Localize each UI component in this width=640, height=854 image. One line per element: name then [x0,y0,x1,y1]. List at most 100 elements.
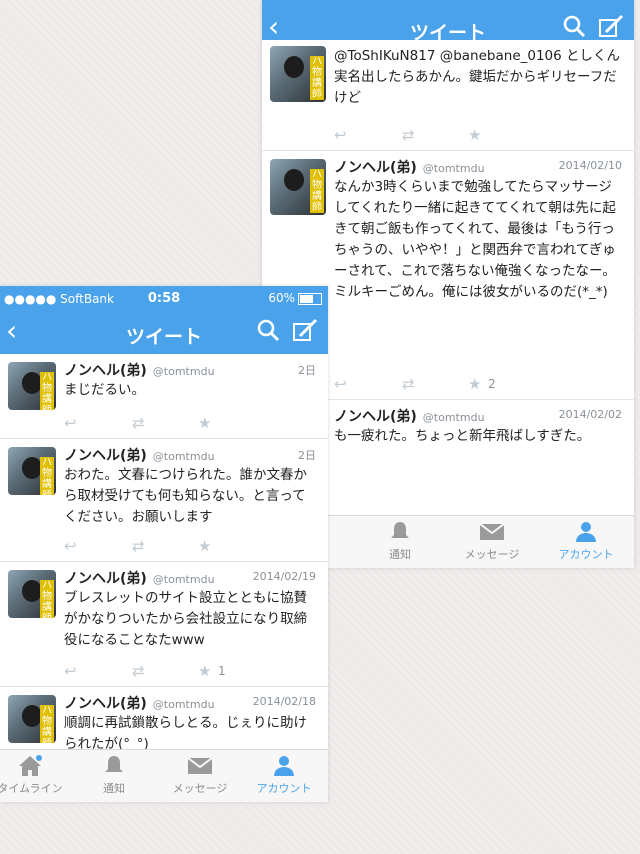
tweet-author[interactable]: ノンヘル(弟) @tomtmdu [64,445,215,465]
star-icon[interactable]: ★ [198,537,211,555]
star-icon[interactable]: ★ [468,375,481,393]
tweet-text: ブレスレットのサイト設立とともに協賛がかなりついたから会社設立になり取締役になる… [64,590,308,648]
tab-label: メッセージ [464,548,520,561]
battery-icon [298,292,322,305]
tweet-text: まじだるい。 [64,382,145,398]
retweet-icon[interactable]: ⇄ [132,414,145,432]
avatar-badge: ハ物講師 [40,457,54,495]
screenshot-bottom-left: ●●●●● SoftBank 0:58 60% ‹ ツイート ハ物講師 ノンヘル… [0,286,328,802]
person-icon [274,756,294,776]
bell-icon [391,522,409,538]
author-name: ノンヘル(弟) [64,363,147,379]
tab-bar: タイムライン 通知 メッセージ アカウント [0,749,328,802]
search-icon[interactable] [562,14,586,38]
search-icon[interactable] [256,318,280,342]
tweet[interactable]: ハ物講師 ノンヘル(弟)@tomtmdu 2014/02/18 順調に再試鎖散ら… [0,687,328,758]
tweet[interactable]: ハ物講師 @ToShIKuN817 @banebane_0106 としくん実名出… [262,40,634,151]
bell-icon [105,756,123,772]
author-handle: @tomtmdu [152,573,215,586]
tweet-author[interactable]: ノンヘル(弟) @tomtmdu [334,157,485,177]
tab-label: メッセージ [172,782,228,795]
author-name: ノンヘル(弟) [334,409,417,425]
tab-account[interactable]: アカウント [238,754,328,796]
tweet-actions: ↩ ⇄ ★ [334,126,534,144]
tab-messages[interactable]: メッセージ [446,520,538,562]
tweet[interactable]: ハ物講師 ノンヘル(弟) @tomtmdu 2014/02/19 ブレスレットのサ… [0,562,328,687]
tweet-author[interactable]: ノンヘル(弟) @tomtmdu [64,693,215,713]
envelope-icon [479,523,505,540]
author-name: ノンヘル(弟) [64,696,147,712]
reply-icon[interactable]: ↩ [64,662,77,680]
author-handle: @tomtmdu [152,365,215,378]
tab-label: アカウント [558,548,614,561]
retweet-icon[interactable]: ⇄ [132,662,145,680]
reply-icon[interactable]: ↩ [64,414,77,432]
tab-label: アカウント [256,782,312,795]
retweet-icon[interactable]: ⇄ [402,375,415,393]
tweet-author[interactable]: ノンヘル(弟) @tomtmdu [64,568,215,588]
favorite-count: 1 [218,664,226,678]
author-handle: @tomtmdu [422,162,485,175]
author-name: ノンヘル(弟) [334,160,417,176]
favorite-count: 2 [488,377,496,391]
tweet-date: 2014/02/10 [558,159,622,172]
tab-label: タイムライン [0,782,63,795]
avatar[interactable]: ハ物講師 [8,695,56,743]
reply-icon[interactable]: ↩ [64,537,77,555]
avatar[interactable]: ハ物講師 [8,447,56,495]
tweet-date: 2日 [298,364,316,377]
tab-notifications[interactable]: 通知 [354,520,446,562]
avatar-badge: ハ物講師 [40,705,54,743]
tab-label: 通知 [389,548,411,561]
avatar[interactable]: ハ物講師 [270,46,326,102]
star-icon[interactable]: ★ [468,126,481,144]
tweet-actions: ↩ ⇄ ★ 2 [334,375,534,393]
tweet-text: @ToShIKuN817 @banebane_0106 としくん実名出したらあか… [334,48,621,106]
tweet-author[interactable]: ノンヘル(弟) @tomtmdu [334,406,485,426]
tweet-actions: ↩ ⇄ ★ 1 [64,662,264,680]
tweet-actions: ↩ ⇄ ★ [64,537,264,555]
author-handle: @tomtmdu [422,411,485,424]
tweet-date: 2014/02/18 [252,695,316,708]
tweet-date: 2日 [298,449,316,462]
envelope-icon [187,757,213,774]
avatar[interactable]: ハ物講師 [8,362,56,410]
tweet-actions: ↩ ⇄ ★ [64,414,264,432]
author-name: ノンヘル(弟) [64,571,147,587]
retweet-icon[interactable]: ⇄ [402,126,415,144]
battery-percent: 60% [268,291,295,305]
tweet-date: 2014/02/19 [252,570,316,583]
reply-icon[interactable]: ↩ [334,126,347,144]
avatar-badge: ハ物講師 [310,169,324,213]
avatar-badge: ハ物講師 [40,372,54,410]
status-bar [262,0,634,8]
author-name: ノンヘル(弟) [64,448,147,464]
star-icon[interactable]: ★ [198,662,211,680]
tweet-text: なんか3時くらいまで勉強してたらマッサージしてくれたり一緒に起きててくれて朝は先… [334,179,616,300]
tweet-text: おわた。文春につけられた。誰か文春から取材受けても何も知らない。と言ってください… [64,467,307,525]
status-bar: ●●●●● SoftBank 0:58 60% [0,286,328,312]
tweet[interactable]: ハ物講師 ノンヘル(弟) @tomtmdu 2日 おわた。文春につけられた。誰か文… [0,439,328,562]
tab-messages[interactable]: メッセージ [154,754,246,796]
person-icon [576,522,596,542]
author-handle: @tomtmdu [152,698,215,711]
tweet-text: も一疲れた。ちょっと新年飛ばしすぎた。 [334,428,591,444]
compose-icon[interactable] [292,318,318,344]
home-icon [19,755,42,776]
tweet[interactable]: ハ物講師 ノンヘル(弟) @tomtmdu 2日 まじだるい。 ↩ ⇄ ★ [0,354,328,439]
tweet-author[interactable]: ノンヘル(弟) @tomtmdu [64,360,215,380]
avatar[interactable]: ハ物講師 [8,570,56,618]
tab-timeline[interactable]: タイムライン [0,754,76,796]
author-handle: @tomtmdu [152,450,215,463]
retweet-icon[interactable]: ⇄ [132,537,145,555]
tab-label: 通知 [103,782,125,795]
compose-icon[interactable] [598,14,624,40]
tab-account[interactable]: アカウント [540,520,632,562]
star-icon[interactable]: ★ [198,414,211,432]
tab-notifications[interactable]: 通知 [68,754,160,796]
battery-status: 60% [268,291,322,305]
tweet-date: 2014/02/02 [558,408,622,421]
avatar-badge: ハ物講師 [310,56,324,100]
reply-icon[interactable]: ↩ [334,375,347,393]
avatar[interactable]: ハ物講師 [270,159,326,215]
